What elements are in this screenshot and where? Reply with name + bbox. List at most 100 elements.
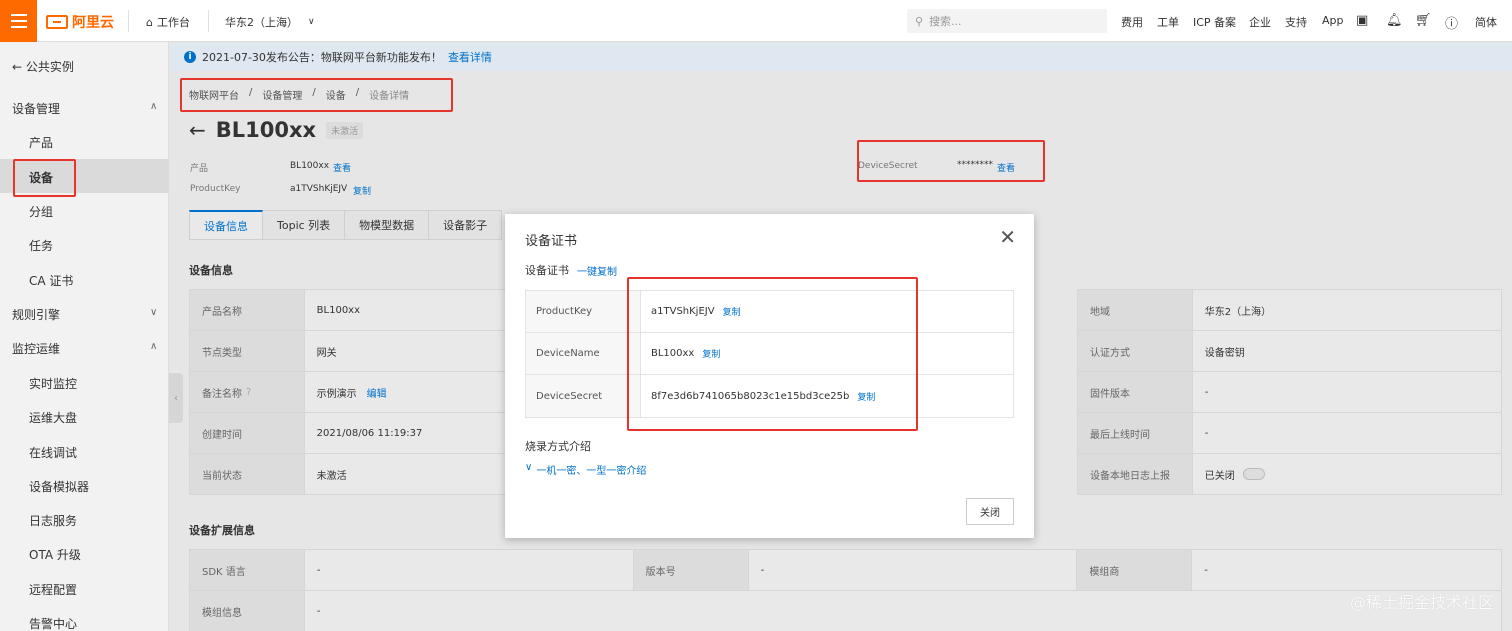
ext-value: - bbox=[748, 550, 1078, 591]
aliyun-logo-icon bbox=[46, 15, 68, 29]
top-bar: 阿里云 ⌂ 工作台 华东2（上海） ∨ ⚲ 搜索... 费用 工单 ICP 备案 企业… bbox=[0, 0, 1512, 42]
sidebar-item-ota[interactable]: OTA 升级 bbox=[29, 546, 81, 563]
burn-method-link-label: 一机一密、一型一密介绍 bbox=[536, 466, 647, 477]
cert-section-label: 设备证书 bbox=[525, 264, 569, 277]
help-icon[interactable]: ⓘ bbox=[1445, 13, 1458, 32]
nav-link-billing[interactable]: 费用 bbox=[1121, 14, 1143, 30]
info-value: - bbox=[1192, 372, 1502, 413]
info-label-cell: 备注名称? bbox=[190, 372, 305, 413]
sidebar-back-label: 公共实例 bbox=[25, 60, 74, 74]
chevron-down-icon: ∨ bbox=[525, 462, 533, 473]
tab-device-info[interactable]: 设备信息 bbox=[189, 210, 263, 240]
cert-key: DeviceName bbox=[526, 333, 641, 374]
burn-method-link[interactable]: ∨ 一机一密、一型一密介绍 bbox=[525, 462, 646, 477]
productkey-value: a1TVShKjEJV bbox=[290, 184, 348, 194]
sidebar-item-group[interactable]: 分组 bbox=[29, 203, 53, 220]
ext-label: SDK 语言 bbox=[190, 550, 305, 591]
arrow-left-icon: ← bbox=[12, 60, 23, 74]
chevron-up-icon: ∧ bbox=[150, 341, 158, 352]
language-switch[interactable]: 简体 bbox=[1475, 14, 1497, 30]
productkey-copy-link[interactable]: 复制 bbox=[353, 184, 371, 197]
terminal-icon[interactable]: ▣ bbox=[1356, 13, 1368, 28]
info-label: 产品名称 bbox=[190, 290, 305, 331]
notice-link[interactable]: 查看详情 bbox=[448, 49, 492, 65]
product-view-link[interactable]: 查看 bbox=[333, 161, 351, 174]
cart-icon[interactable]: 🛒︎ bbox=[1415, 13, 1432, 28]
back-arrow-icon[interactable]: ← bbox=[189, 118, 206, 142]
info-value: 已关闭 bbox=[1204, 470, 1235, 482]
status-badge: 未激活 bbox=[326, 121, 364, 139]
ext-label: 模组商 bbox=[1077, 550, 1193, 591]
nav-link-enterprise[interactable]: 企业 bbox=[1249, 14, 1271, 30]
dialog-title: 设备证书 bbox=[525, 234, 578, 249]
hamburger-menu-icon[interactable] bbox=[0, 0, 37, 42]
sidebar-item-realtime-monitor[interactable]: 实时监控 bbox=[29, 375, 77, 392]
home-icon: ⌂ bbox=[146, 15, 153, 29]
nav-link-app[interactable]: App bbox=[1322, 14, 1344, 27]
close-icon[interactable]: ✕ bbox=[999, 227, 1016, 247]
nav-link-support[interactable]: 支持 bbox=[1285, 14, 1307, 30]
info-label: 创建时间 bbox=[190, 413, 305, 454]
info-label: 认证方式 bbox=[1078, 331, 1193, 372]
product-value: BL100xx bbox=[290, 161, 330, 171]
highlight-box-devicesecret bbox=[857, 140, 1045, 182]
region-selector[interactable]: 华东2（上海） ∨ bbox=[225, 14, 315, 30]
workbench-link[interactable]: ⌂ 工作台 bbox=[146, 14, 190, 30]
ext-value: - bbox=[1192, 550, 1503, 591]
logo-text: 阿里云 bbox=[72, 15, 114, 31]
sidebar-item-product[interactable]: 产品 bbox=[29, 134, 53, 151]
bell-icon[interactable]: 🔔︎ bbox=[1386, 13, 1403, 28]
sidebar-item-ca-cert[interactable]: CA 证书 bbox=[29, 272, 73, 289]
sidebar-item-alert-center[interactable]: 告警中心 bbox=[29, 615, 77, 631]
sidebar-item-device-simulator[interactable]: 设备模拟器 bbox=[29, 478, 89, 495]
sidebar-group-rule-engine[interactable]: 规则引擎 bbox=[12, 306, 60, 323]
info-icon: i bbox=[184, 51, 196, 63]
sidebar: ← 公共实例 设备管理 ∧ 产品 设备 分组 任务 CA 证书 规则引擎 ∨ 监… bbox=[0, 42, 169, 631]
tab-thing-model-data[interactable]: 物模型数据 bbox=[345, 210, 430, 240]
sidebar-item-task[interactable]: 任务 bbox=[29, 237, 53, 254]
search-icon: ⚲ bbox=[915, 14, 924, 28]
sidebar-item-online-debug[interactable]: 在线调试 bbox=[29, 444, 77, 461]
info-label: 固件版本 bbox=[1078, 372, 1193, 413]
chevron-down-icon: ∨ bbox=[308, 17, 315, 27]
ext-value: - bbox=[304, 591, 1502, 631]
watermark: @稀土掘金技术社区 bbox=[1349, 593, 1494, 612]
info-label: 设备本地日志上报 bbox=[1078, 454, 1193, 495]
sidebar-item-remote-config[interactable]: 远程配置 bbox=[29, 581, 77, 598]
info-label: 地域 bbox=[1078, 290, 1193, 331]
close-button[interactable]: 关闭 bbox=[966, 498, 1014, 525]
sidebar-group-device-mgmt[interactable]: 设备管理 bbox=[12, 100, 60, 117]
copy-all-link[interactable]: 一键复制 bbox=[577, 263, 617, 278]
logo[interactable]: 阿里云 bbox=[46, 12, 114, 32]
info-value-cell: 示例演示 编辑 bbox=[304, 372, 506, 413]
search-input[interactable]: ⚲ 搜索... bbox=[907, 9, 1107, 33]
highlight-box-breadcrumb bbox=[180, 78, 453, 112]
burn-method-title: 烧录方式介绍 bbox=[525, 440, 591, 453]
info-value: 华东2（上海） bbox=[1192, 290, 1502, 331]
sidebar-collapse-handle[interactable]: ‹ bbox=[169, 373, 183, 423]
edit-alias-link[interactable]: 编辑 bbox=[367, 385, 387, 400]
ext-label: 模组信息 bbox=[190, 591, 305, 631]
divider bbox=[128, 10, 129, 32]
nav-link-icp[interactable]: ICP 备案 bbox=[1193, 14, 1236, 30]
info-label: 最后上线时间 bbox=[1078, 413, 1193, 454]
divider bbox=[208, 10, 209, 32]
notice-bar: i 2021-07-30发布公告：物联网平台新功能发布！ 查看详情 bbox=[170, 43, 1512, 71]
info-value: 设备密钥 bbox=[1192, 331, 1502, 372]
sidebar-group-monitor[interactable]: 监控运维 bbox=[12, 340, 60, 357]
help-icon[interactable]: ? bbox=[246, 387, 251, 398]
product-label: 产品 bbox=[190, 164, 209, 174]
section-title-ext-info: 设备扩展信息 bbox=[189, 524, 255, 537]
nav-link-ticket[interactable]: 工单 bbox=[1157, 14, 1179, 30]
sidebar-back[interactable]: ← 公共实例 bbox=[12, 58, 74, 75]
tab-device-shadow[interactable]: 设备影子 bbox=[429, 210, 503, 240]
region-label: 华东2（上海） bbox=[225, 16, 298, 29]
info-value: 示例演示 bbox=[316, 388, 357, 400]
info-label: 备注名称 bbox=[202, 388, 242, 400]
chevron-up-icon: ∧ bbox=[150, 101, 158, 112]
section-title-device-info: 设备信息 bbox=[189, 264, 233, 277]
log-report-toggle[interactable] bbox=[1242, 468, 1265, 480]
sidebar-item-ops-dashboard[interactable]: 运维大盘 bbox=[29, 409, 77, 426]
tab-topic-list[interactable]: Topic 列表 bbox=[263, 210, 346, 240]
sidebar-item-log-service[interactable]: 日志服务 bbox=[29, 512, 77, 529]
